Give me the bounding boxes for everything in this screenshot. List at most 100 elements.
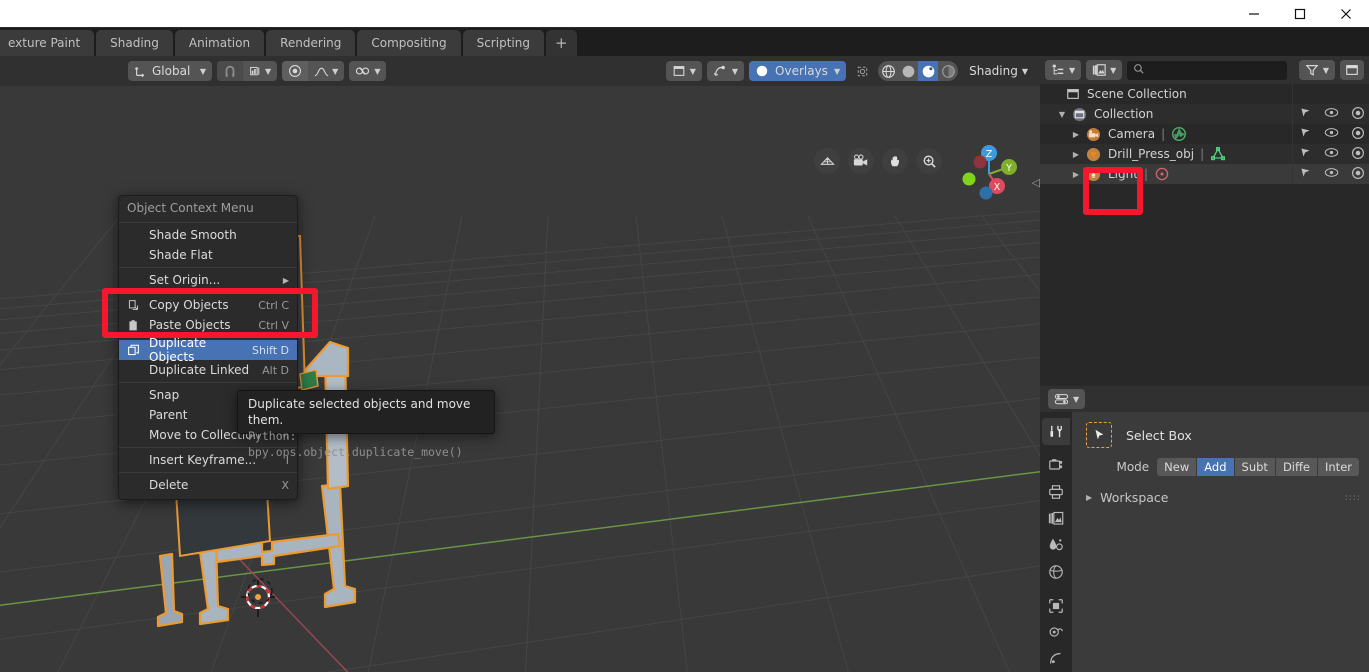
xray-toggle[interactable] xyxy=(851,61,873,81)
tab-scripting[interactable]: Scripting xyxy=(463,30,544,56)
properties-tab-scene[interactable] xyxy=(1042,532,1070,559)
viewport-axis-gizmo[interactable]: Z Y X xyxy=(952,136,1024,208)
selectable-arrow-icon[interactable] xyxy=(1299,126,1312,142)
tab-texture-paint[interactable]: exture Paint xyxy=(0,30,94,56)
close-icon[interactable] xyxy=(1323,0,1369,27)
transform-orientation-dropdown[interactable]: Global ▼ xyxy=(128,61,212,81)
chevron-down-icon: ▼ xyxy=(834,67,840,76)
mode-segmented-control: New Add Subt Diffe Inter xyxy=(1157,458,1359,476)
falloff-dropdown[interactable]: ▼ xyxy=(308,61,344,81)
menu-item-label: Duplicate Linked xyxy=(149,363,262,377)
shading-material-preview-icon[interactable] xyxy=(918,61,938,81)
selectable-arrow-icon[interactable] xyxy=(1299,166,1312,182)
menu-item-duplicate-objects[interactable]: Duplicate Objects Shift D xyxy=(119,340,297,360)
mirror-dropdown[interactable]: ▼ xyxy=(349,61,386,81)
zoom-icon[interactable] xyxy=(916,148,942,174)
camera-render-icon[interactable] xyxy=(1351,106,1365,123)
outliner-header: ▼ ▼ ▼ xyxy=(1040,56,1369,84)
expand-triangle-icon[interactable]: ▶ xyxy=(1070,150,1082,159)
eye-icon[interactable] xyxy=(1324,126,1339,142)
camera-view-icon[interactable] xyxy=(848,148,874,174)
menu-item-shade-flat[interactable]: Shade Flat xyxy=(119,245,297,265)
new-collection-icon[interactable] xyxy=(1340,60,1364,80)
shading-rendered-icon[interactable] xyxy=(938,61,958,81)
outliner-editor[interactable]: ▼ ▼ ▼ xyxy=(1040,56,1369,386)
add-workspace-button[interactable]: + xyxy=(546,30,577,56)
workspace-panel-header[interactable]: ▶ Workspace :::: xyxy=(1086,490,1361,505)
camera-render-icon[interactable] xyxy=(1351,146,1365,163)
properties-tab-physics[interactable] xyxy=(1042,645,1070,672)
expand-triangle-icon[interactable]: ▶ xyxy=(1070,130,1082,139)
magnet-icon[interactable] xyxy=(217,61,243,81)
mode-option-new[interactable]: New xyxy=(1157,458,1197,476)
properties-tab-world[interactable] xyxy=(1042,558,1070,585)
shading-wireframe-icon[interactable] xyxy=(878,61,898,81)
outliner-search-input[interactable] xyxy=(1127,61,1287,80)
tab-rendering[interactable]: Rendering xyxy=(266,30,355,56)
menu-item-shortcut: Alt D xyxy=(262,364,289,377)
search-icon xyxy=(1133,63,1145,78)
camera-render-icon[interactable] xyxy=(1351,126,1365,143)
menu-separator xyxy=(119,267,297,268)
proportional-edit-icon[interactable] xyxy=(282,61,308,81)
sidebar-toggle-arrow-icon[interactable]: ◁ xyxy=(1032,176,1040,189)
mode-row: Mode New Add Subt Diffe Inter xyxy=(1086,458,1361,476)
hand-pan-icon[interactable] xyxy=(882,148,908,174)
mode-option-subtract[interactable]: Subt xyxy=(1235,458,1276,476)
eye-icon[interactable] xyxy=(1324,106,1339,122)
expand-triangle-icon[interactable]: ▶ xyxy=(1070,170,1082,179)
selectable-arrow-icon[interactable] xyxy=(1299,106,1312,122)
proportional-edit-group: ▼ xyxy=(282,61,344,81)
tab-shading[interactable]: Shading xyxy=(96,30,173,56)
select-box-icon[interactable] xyxy=(1086,422,1112,448)
menu-item-delete[interactable]: Delete X xyxy=(119,475,297,495)
properties-tab-output[interactable] xyxy=(1042,479,1070,506)
camera-render-icon[interactable] xyxy=(1351,166,1365,183)
filter-funnel-icon[interactable]: ▼ xyxy=(1299,60,1335,80)
chevron-down-icon: ▼ xyxy=(1022,67,1028,76)
outliner-row-camera[interactable]: ▶ Camera | xyxy=(1040,124,1369,144)
submenu-arrow-icon: ▶ xyxy=(283,276,289,285)
grid-ortho-icon[interactable] xyxy=(814,148,840,174)
maximize-icon[interactable] xyxy=(1277,0,1323,27)
object-types-visibility-dropdown[interactable]: ▼ xyxy=(666,61,702,81)
shading-dropdown[interactable]: Shading ▼ xyxy=(963,61,1034,81)
properties-tab-tool[interactable] xyxy=(1042,418,1070,445)
eye-icon[interactable] xyxy=(1324,166,1339,182)
properties-tab-render[interactable] xyxy=(1042,452,1070,479)
chevron-down-icon: ▼ xyxy=(732,67,738,76)
tab-compositing[interactable]: Compositing xyxy=(357,30,460,56)
properties-editor[interactable]: ▼ xyxy=(1040,386,1369,672)
outliner-row-collection[interactable]: ▼ Collection xyxy=(1040,104,1369,124)
outliner-row-drill-press-obj[interactable]: ▶ Drill_Press_obj | xyxy=(1040,144,1369,164)
snap-target-dropdown[interactable]: ▼ xyxy=(243,61,277,81)
gizmo-dropdown[interactable]: ▼ xyxy=(707,61,744,81)
tab-label: Animation xyxy=(189,36,250,50)
3d-viewport[interactable]: Global ▼ ▼ ▼ xyxy=(0,56,1040,672)
duplicate-objects-tooltip: Duplicate selected objects and move them… xyxy=(237,390,495,434)
outliner-row-scene-collection[interactable]: Scene Collection xyxy=(1040,84,1369,104)
shading-label: Shading xyxy=(969,64,1018,78)
selectable-arrow-icon[interactable] xyxy=(1299,146,1312,162)
menu-item-shade-smooth[interactable]: Shade Smooth xyxy=(119,225,297,245)
overlays-dropdown[interactable]: Overlays ▼ xyxy=(749,61,846,81)
chevron-down-icon: ▼ xyxy=(1323,66,1329,75)
shading-solid-icon[interactable] xyxy=(898,61,918,81)
mesh-object-icon xyxy=(1086,147,1101,162)
menu-item-duplicate-linked[interactable]: Duplicate Linked Alt D xyxy=(119,360,297,380)
minimize-icon[interactable] xyxy=(1231,0,1277,27)
properties-editor-type-dropdown[interactable]: ▼ xyxy=(1048,389,1085,409)
expand-triangle-icon[interactable]: ▼ xyxy=(1056,110,1068,119)
properties-tab-object[interactable] xyxy=(1042,592,1070,619)
tab-animation[interactable]: Animation xyxy=(175,30,264,56)
mode-option-difference[interactable]: Diffe xyxy=(1276,458,1318,476)
eye-icon[interactable] xyxy=(1324,146,1339,162)
properties-tab-modifiers[interactable] xyxy=(1042,619,1070,646)
properties-tab-view-layer[interactable] xyxy=(1042,505,1070,532)
mode-option-intersect[interactable]: Inter xyxy=(1318,458,1359,476)
outliner-row-restrictions xyxy=(1299,124,1365,144)
outliner-filter-id-dropdown[interactable]: ▼ xyxy=(1086,60,1122,80)
outliner-display-mode-dropdown[interactable]: ▼ xyxy=(1045,60,1081,80)
mode-option-add[interactable]: Add xyxy=(1197,458,1234,476)
menu-item-set-origin[interactable]: Set Origin... ▶ xyxy=(119,270,297,290)
